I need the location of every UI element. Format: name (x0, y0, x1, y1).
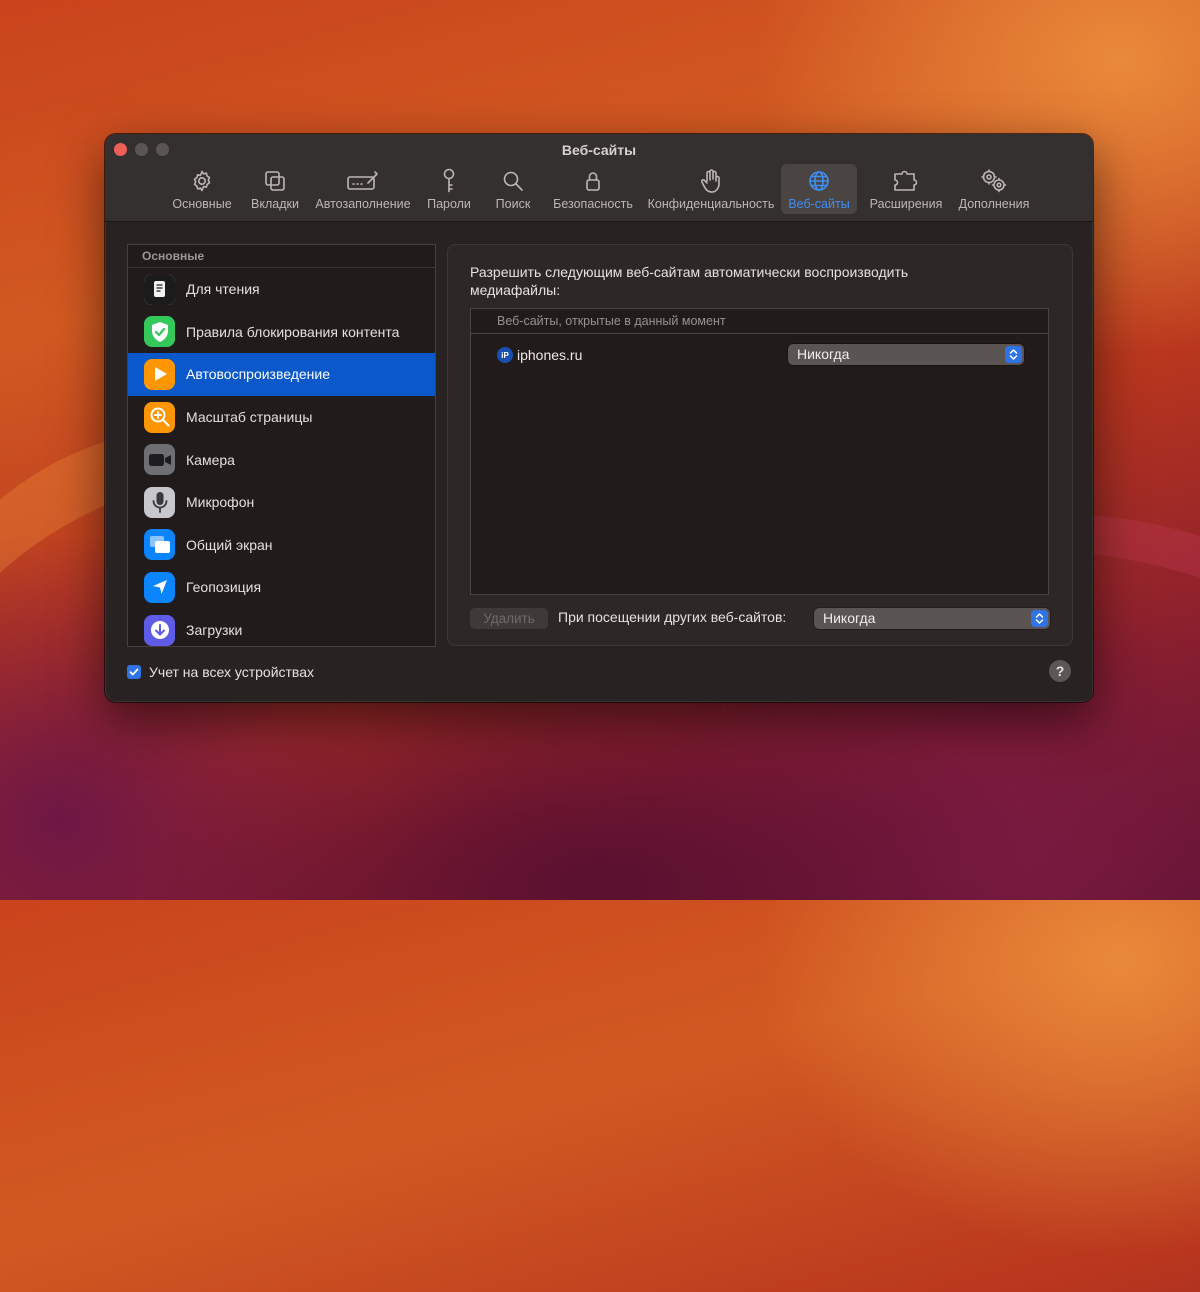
site-favicon-icon: iP (497, 347, 513, 363)
shield-check-icon (144, 316, 175, 348)
key-icon (437, 167, 461, 195)
chevron-updown-icon (1005, 346, 1022, 363)
table-header: Веб-сайты, открытые в данный момент (471, 309, 1048, 334)
other-sites-select[interactable]: Никогда (814, 608, 1050, 629)
sidebar-item-microphone[interactable]: Микрофон (128, 481, 435, 524)
screen-share-icon (144, 529, 175, 561)
zoom-icon (144, 401, 175, 433)
autofill-icon (346, 167, 380, 195)
sidebar-item-content-blockers[interactable]: Правила блокирования контента (128, 311, 435, 354)
tab-general[interactable]: Основные (167, 164, 237, 214)
sidebar-item-label: Микрофон (186, 494, 255, 511)
tab-autofill[interactable]: Автозаполнение (311, 164, 415, 214)
titlebar: Веб-сайты Основные Вкладки Автозаполнени… (105, 134, 1093, 222)
site-autoplay-value: Никогда (797, 346, 850, 362)
site-name: iphones.ru (517, 347, 583, 363)
sidebar-item-downloads[interactable]: Загрузки (128, 609, 435, 646)
sidebar-item-label: Загрузки (186, 622, 243, 639)
play-icon (144, 358, 175, 390)
sidebar-item-camera[interactable]: Камера (128, 438, 435, 481)
lock-icon (581, 167, 605, 195)
tab-tabs-label: Вкладки (251, 197, 299, 211)
sync-across-devices[interactable]: Учет на всех устройствах (127, 664, 314, 680)
tab-security[interactable]: Безопасность (547, 164, 639, 214)
autoplay-description: Разрешить следующим веб-сайтам автоматич… (470, 264, 909, 298)
tab-privacy[interactable]: Конфиденциальность (643, 164, 779, 214)
globe-icon (807, 167, 831, 195)
tab-tabs[interactable]: Вкладки (243, 164, 307, 214)
reader-icon (144, 273, 175, 305)
settings-window: Веб-сайты Основные Вкладки Автозаполнени… (105, 134, 1093, 702)
sidebar-item-screen-sharing[interactable]: Общий экран (128, 524, 435, 567)
websites-table: Веб-сайты, открытые в данный момент iP i… (470, 308, 1049, 595)
sidebar-item-autoplay[interactable]: Автовоспроизведение (128, 353, 435, 396)
site-autoplay-select[interactable]: Никогда (788, 344, 1024, 365)
gears-icon (979, 167, 1009, 195)
window-title: Веб-сайты (561, 142, 637, 158)
tab-search-label: Поиск (495, 197, 531, 211)
tab-websites-label: Веб-сайты (788, 197, 850, 211)
tab-extensions-label: Расширения (869, 197, 943, 211)
tab-advanced-label: Дополнения (958, 197, 1030, 211)
table-row[interactable]: iP iphones.ru Никогда (471, 343, 1048, 367)
tab-extensions[interactable]: Расширения (863, 164, 949, 214)
help-button[interactable]: ? (1049, 660, 1071, 682)
gear-icon (190, 167, 214, 195)
sidebar-header: Основные (128, 245, 435, 268)
sidebar-item-reader[interactable]: Для чтения (128, 268, 435, 311)
website-settings-sidebar: Основные Для чтения Правила блокирования… (127, 244, 436, 647)
sidebar-item-label: Общий экран (186, 536, 273, 553)
tab-passwords-label: Пароли (427, 197, 471, 211)
download-icon (144, 614, 175, 646)
delete-button[interactable]: Удалить (470, 608, 548, 629)
chevron-updown-icon (1031, 610, 1048, 627)
tab-privacy-label: Конфиденциальность (647, 197, 775, 211)
tab-security-label: Безопасность (553, 197, 633, 211)
sidebar-item-label: Камера (186, 451, 235, 468)
sync-checkbox[interactable] (127, 665, 141, 679)
sidebar-item-location[interactable]: Геопозиция (128, 566, 435, 609)
camera-icon (144, 444, 175, 476)
hand-icon (699, 167, 723, 195)
sidebar-item-page-zoom[interactable]: Масштаб страницы (128, 396, 435, 439)
tabs-icon (263, 167, 287, 195)
search-icon (501, 167, 525, 195)
sidebar-item-label: Для чтения (186, 281, 260, 298)
puzzle-icon (892, 167, 920, 195)
tab-search[interactable]: Поиск (485, 164, 541, 214)
other-sites-label: При посещении других веб-сайтов: (558, 609, 787, 625)
tab-passwords[interactable]: Пароли (419, 164, 479, 214)
location-icon (144, 571, 175, 603)
tab-advanced[interactable]: Дополнения (953, 164, 1035, 214)
tab-websites[interactable]: Веб-сайты (781, 164, 857, 214)
sidebar-item-label: Правила блокирования контента (186, 323, 400, 340)
sidebar-item-label: Масштаб страницы (186, 409, 313, 426)
sync-label: Учет на всех устройствах (149, 664, 314, 680)
other-sites-value: Никогда (823, 610, 876, 626)
sidebar-item-label: Автовоспроизведение (186, 366, 331, 383)
microphone-icon (144, 486, 175, 518)
autoplay-settings-panel: Разрешить следующим веб-сайтам автоматич… (447, 244, 1073, 646)
sidebar-item-label: Геопозиция (186, 579, 262, 596)
tab-autofill-label: Автозаполнение (315, 197, 411, 211)
tab-general-label: Основные (172, 197, 232, 211)
